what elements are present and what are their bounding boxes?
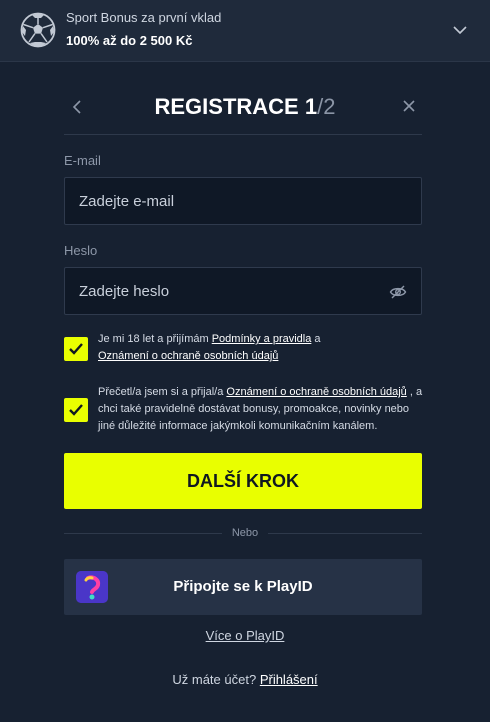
soccer-ball-icon xyxy=(20,12,56,48)
title-text: REGISTRACE xyxy=(154,94,299,119)
eye-off-icon[interactable] xyxy=(389,283,407,301)
marketing-consent-text: Přečetl/a jsem si a přijal/a Oznámení o … xyxy=(98,384,428,435)
next-step-button[interactable]: DALŠÍ KROK xyxy=(64,453,422,509)
terms-text-before: Je mi 18 let a přijímám xyxy=(98,333,212,345)
login-question: Už máte účet? xyxy=(172,672,260,687)
marketing-text-before: Přečetl/a jsem si a přijal/a xyxy=(98,386,227,398)
bonus-title: Sport Bonus za první vklad xyxy=(66,10,222,25)
close-icon[interactable] xyxy=(401,98,417,114)
step-total: 2 xyxy=(323,94,336,119)
playid-connect-button[interactable]: Připojte se k PlayID xyxy=(64,559,422,615)
divider-label: Nebo xyxy=(231,527,259,539)
email-field-wrapper xyxy=(64,177,422,225)
checkmark-icon xyxy=(69,343,83,355)
step-current: 1 xyxy=(304,94,318,119)
terms-checkbox[interactable] xyxy=(64,337,88,361)
password-input[interactable] xyxy=(65,268,421,314)
bonus-banner[interactable]: Sport Bonus za první vklad 100% až do 2 … xyxy=(0,0,490,62)
bonus-amount: 100% až do 2 500 Kč xyxy=(66,33,193,48)
checkmark-icon xyxy=(69,404,83,416)
terms-consent-text: Je mi 18 let a přijímám Podmínky a pravi… xyxy=(98,331,428,365)
login-link[interactable]: Přihlášení xyxy=(260,672,318,687)
email-label: E-mail xyxy=(64,153,101,168)
privacy-link-1[interactable]: Oznámení o ochraně osobních údajů xyxy=(98,350,278,362)
playid-more-link[interactable]: Více o PlayID xyxy=(206,628,285,643)
header-divider xyxy=(64,134,422,135)
marketing-checkbox[interactable] xyxy=(64,398,88,422)
password-field-wrapper xyxy=(64,267,422,315)
playid-more-link-wrapper: Více o PlayID xyxy=(0,628,490,643)
terms-link[interactable]: Podmínky a pravidla xyxy=(212,333,312,345)
chevron-down-icon[interactable] xyxy=(452,22,468,38)
email-input[interactable] xyxy=(65,178,421,224)
password-label: Heslo xyxy=(64,243,98,258)
playid-button-label: Připojte se k PlayID xyxy=(173,578,313,595)
privacy-link-2[interactable]: Oznámení o ochraně osobních údajů xyxy=(226,386,406,398)
terms-text-mid: a xyxy=(311,333,321,345)
login-prompt: Už máte účet? Přihlášení xyxy=(0,672,490,687)
